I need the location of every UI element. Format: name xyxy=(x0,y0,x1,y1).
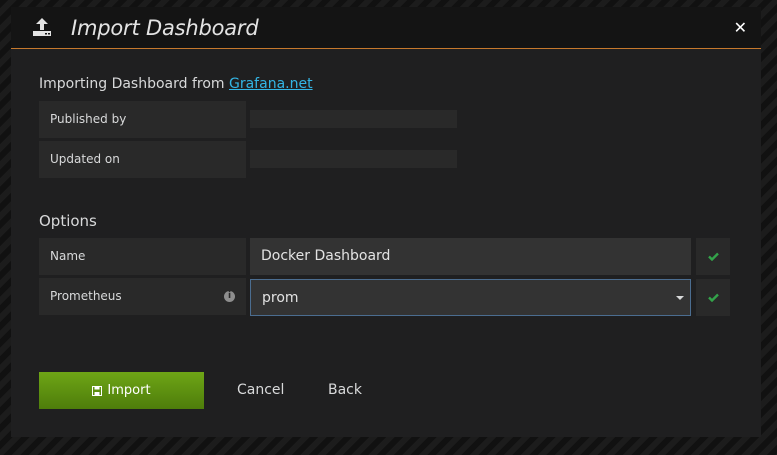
published-by-value xyxy=(250,110,457,128)
grafana-net-link[interactable]: Grafana.net xyxy=(229,76,313,92)
datasource-label-text: Prometheus xyxy=(50,289,122,303)
back-button[interactable]: Back xyxy=(328,372,362,409)
datasource-label: Prometheus i xyxy=(39,278,246,315)
import-dashboard-modal: Import Dashboard ✕ Importing Dashboard f… xyxy=(11,7,761,437)
import-button[interactable]: Import xyxy=(39,372,204,409)
updated-on-label: Updated on xyxy=(39,141,246,178)
caret-down-icon xyxy=(676,296,684,300)
import-button-label: Import xyxy=(107,383,151,398)
cancel-button[interactable]: Cancel xyxy=(237,372,284,409)
check-icon xyxy=(707,252,719,261)
datasource-select[interactable]: prom xyxy=(250,279,691,316)
modal-title: Import Dashboard xyxy=(71,16,259,40)
modal-header: Import Dashboard ✕ xyxy=(11,7,761,49)
upload-icon xyxy=(33,18,51,36)
datasource-valid-indicator xyxy=(696,279,730,316)
datasource-selected-value: prom xyxy=(262,290,299,306)
import-source-prefix: Importing Dashboard from xyxy=(39,76,229,92)
published-by-label: Published by xyxy=(39,101,246,138)
name-label: Name xyxy=(39,238,246,275)
updated-on-value xyxy=(250,150,457,168)
check-icon xyxy=(707,293,719,302)
name-valid-indicator xyxy=(696,238,730,275)
info-icon[interactable]: i xyxy=(224,291,235,302)
import-source-line: Importing Dashboard from Grafana.net xyxy=(39,76,313,92)
options-title: Options xyxy=(39,212,97,230)
close-icon[interactable]: ✕ xyxy=(734,18,747,37)
name-input[interactable]: Docker Dashboard xyxy=(250,238,691,275)
save-icon xyxy=(92,385,103,396)
